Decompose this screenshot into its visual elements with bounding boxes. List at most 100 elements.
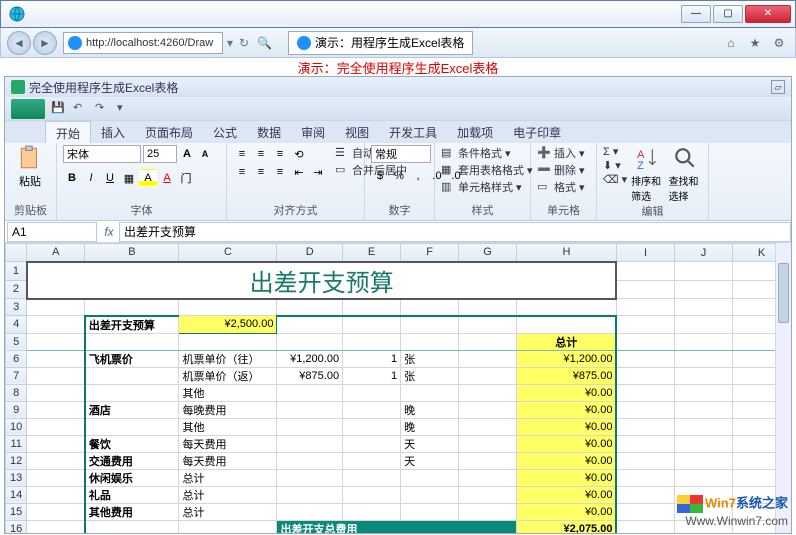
cell[interactable]: ¥0.00 [517,486,617,503]
cell[interactable] [459,435,517,452]
col-header[interactable]: A [27,244,85,262]
cell[interactable]: 休闲娱乐 [85,469,179,486]
cell[interactable] [616,469,674,486]
cell[interactable] [674,316,732,334]
align-top-button[interactable]: ≡ [233,145,251,163]
cell[interactable] [343,469,401,486]
cell[interactable] [459,418,517,435]
close-button[interactable]: ✕ [745,5,791,23]
cell[interactable] [517,316,617,334]
row-header[interactable]: 7 [6,367,27,384]
cell[interactable] [343,452,401,469]
browser-tab[interactable]: 演示：用程序生成Excel表格 [288,31,473,55]
cell[interactable] [85,418,179,435]
col-header[interactable]: J [674,244,732,262]
cell[interactable]: 每天费用 [179,435,277,452]
cell[interactable] [277,503,343,520]
home-icon[interactable]: ⌂ [721,33,741,53]
cell[interactable]: 出差开支预算 [85,316,179,334]
currency-button[interactable]: $ [371,167,389,185]
row-header[interactable]: 11 [6,435,27,452]
cell[interactable] [401,469,459,486]
tab-review[interactable]: 审阅 [291,121,335,143]
cell[interactable]: 每晚费用 [179,401,277,418]
cell[interactable] [277,452,343,469]
cell[interactable] [85,333,179,350]
tab-formulas[interactable]: 公式 [203,121,247,143]
cell[interactable]: 其他 [179,418,277,435]
cell[interactable] [27,333,85,350]
cell[interactable] [179,299,277,316]
vertical-scrollbar[interactable] [775,243,791,534]
qat-more-icon[interactable]: ▾ [117,101,133,117]
cell[interactable] [27,367,85,384]
cell[interactable] [27,469,85,486]
orientation-button[interactable]: ⟲ [290,145,308,163]
row-header[interactable]: 12 [6,452,27,469]
cell[interactable] [343,316,401,334]
cell[interactable]: 酒店 [85,401,179,418]
minimize-button[interactable]: — [681,5,711,23]
align-center-button[interactable]: ≡ [252,163,270,181]
cell[interactable] [343,486,401,503]
cell[interactable]: 礼品 [85,486,179,503]
search-icon[interactable]: 🔍 [257,36,272,50]
sheet-grid[interactable]: ABCDEFGHIJK1出差开支预算234出差开支预算¥2,500.005总计6… [5,243,791,534]
cell[interactable]: 1 [343,350,401,367]
fx-icon[interactable]: fx [99,225,119,239]
indent-inc-button[interactable]: ⇥ [309,163,327,181]
tab-developer[interactable]: 开发工具 [379,121,447,143]
font-name-combo[interactable]: 宋体 [63,145,141,163]
row-header[interactable]: 5 [6,333,27,350]
cell[interactable]: 总计 [179,503,277,520]
cell[interactable] [616,299,674,316]
row-header[interactable]: 2 [6,280,27,299]
forward-button[interactable]: ► [33,31,57,55]
cell[interactable] [616,262,674,281]
percent-button[interactable]: % [390,167,408,185]
cell[interactable] [27,452,85,469]
row-header[interactable]: 13 [6,469,27,486]
refresh-button[interactable]: ↻ [239,36,249,50]
col-header[interactable]: I [616,244,674,262]
col-header[interactable]: G [459,244,517,262]
cell[interactable]: ¥875.00 [277,367,343,384]
cell[interactable] [674,435,732,452]
shrink-font-button[interactable]: A [197,146,213,162]
cell[interactable] [616,384,674,401]
cell[interactable] [459,316,517,334]
cell[interactable] [674,384,732,401]
tab-data[interactable]: 数据 [247,121,291,143]
cell[interactable]: 总计 [517,333,617,350]
cell[interactable] [674,367,732,384]
cell[interactable] [401,384,459,401]
cell[interactable]: ¥0.00 [517,401,617,418]
cell[interactable] [616,520,674,534]
cell[interactable] [85,384,179,401]
back-button[interactable]: ◄ [7,31,31,55]
grow-font-button[interactable]: A [179,146,195,162]
cell[interactable]: ¥2,075.00 [517,520,617,534]
row-header[interactable]: 15 [6,503,27,520]
tab-view[interactable]: 视图 [335,121,379,143]
cell[interactable] [616,452,674,469]
row-header[interactable]: 4 [6,316,27,334]
cell[interactable] [343,435,401,452]
cell[interactable] [277,469,343,486]
cell[interactable]: ¥875.00 [517,367,617,384]
cell[interactable]: 其他 [179,384,277,401]
tab-home[interactable]: 开始 [45,121,91,143]
cell[interactable] [674,299,732,316]
cell[interactable] [343,418,401,435]
cell[interactable] [85,367,179,384]
align-right-button[interactable]: ≡ [271,163,289,181]
sort-filter-button[interactable]: AZ 排序和筛选 [631,145,664,203]
address-bar[interactable]: http://localhost:4260/Draw [63,32,223,54]
formula-input[interactable]: 出差开支预算 [119,222,791,242]
col-header[interactable]: B [85,244,179,262]
cell[interactable] [401,486,459,503]
cell[interactable] [27,435,85,452]
cell[interactable] [674,333,732,350]
col-header[interactable]: H [517,244,617,262]
cell[interactable] [277,384,343,401]
